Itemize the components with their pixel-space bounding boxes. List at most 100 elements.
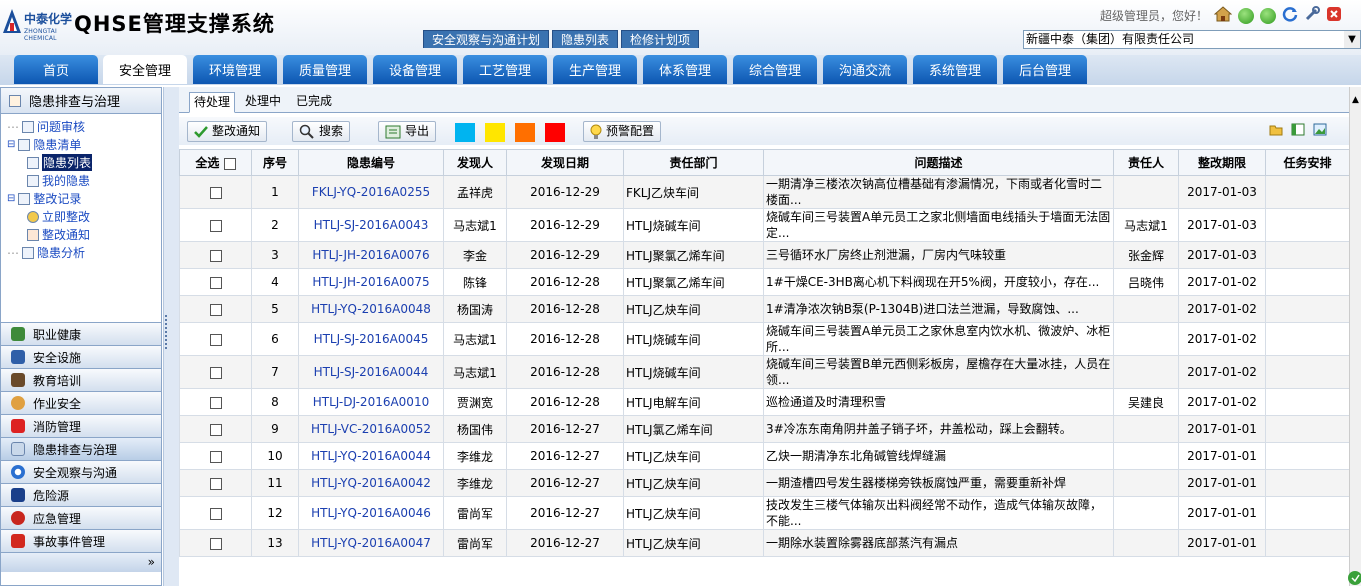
col-select-all[interactable]: 全选: [179, 149, 252, 176]
back-icon[interactable]: [1238, 7, 1255, 24]
row-checkbox-cell[interactable]: [179, 496, 252, 530]
row-hazard-code[interactable]: HTLJ-YQ-2016A0042: [298, 469, 444, 497]
row-hazard-code[interactable]: HTLJ-YQ-2016A0048: [298, 295, 444, 323]
tab-in-progress[interactable]: 处理中: [241, 92, 285, 113]
quick-tab-safety-observation[interactable]: 安全观察与沟通计划: [423, 30, 550, 48]
row-hazard-code[interactable]: HTLJ-DJ-2016A0010: [298, 388, 444, 416]
row-checkbox[interactable]: [209, 477, 222, 490]
color-filter-blue[interactable]: [455, 123, 475, 142]
table-row[interactable]: 12 HTLJ-YQ-2016A0046 雷尚军 2016-12-27 HTLJ乙炔车间…: [179, 496, 1350, 530]
home-icon[interactable]: [1213, 6, 1233, 25]
row-checkbox[interactable]: [209, 537, 222, 550]
nav-tab-production[interactable]: 生产管理: [553, 55, 637, 84]
tab-completed[interactable]: 已完成: [292, 92, 336, 113]
row-checkbox[interactable]: [209, 249, 222, 262]
tools-icon[interactable]: [1304, 6, 1321, 25]
table-row[interactable]: 5 HTLJ-YQ-2016A0048 杨国涛 2016-12-28 HTLJ乙炔车间 1…: [179, 295, 1350, 323]
module-hazard-management[interactable]: 隐患排查与治理: [1, 437, 161, 460]
row-hazard-code[interactable]: HTLJ-YQ-2016A0044: [298, 442, 444, 470]
nav-tab-system-admin[interactable]: 系统管理: [913, 55, 997, 84]
table-row[interactable]: 2 HTLJ-SJ-2016A0043 马志斌1 2016-12-29 HTLJ烧碱车间…: [179, 208, 1350, 242]
nav-tab-communication[interactable]: 沟通交流: [823, 55, 907, 84]
tree-item-rectify-records[interactable]: ⊟ 整改记录: [7, 190, 81, 207]
row-checkbox-cell[interactable]: [179, 415, 252, 443]
folder-icon[interactable]: [1269, 123, 1283, 136]
row-hazard-code[interactable]: HTLJ-JH-2016A0075: [298, 268, 444, 296]
window-icon[interactable]: [1291, 123, 1305, 136]
module-training[interactable]: 教育培训: [1, 368, 161, 391]
row-hazard-code[interactable]: HTLJ-JH-2016A0076: [298, 241, 444, 269]
row-hazard-code[interactable]: HTLJ-SJ-2016A0043: [298, 208, 444, 242]
table-row[interactable]: 7 HTLJ-SJ-2016A0044 马志斌1 2016-12-28 HTLJ烧碱车间…: [179, 355, 1350, 389]
table-row[interactable]: 13 HTLJ-YQ-2016A0047 雷尚军 2016-12-27 HTLJ乙炔车间…: [179, 529, 1350, 557]
row-checkbox[interactable]: [209, 366, 222, 379]
module-work-safety[interactable]: 作业安全: [1, 391, 161, 414]
forward-icon[interactable]: [1260, 7, 1277, 24]
color-filter-red[interactable]: [545, 123, 565, 142]
nav-tab-safety[interactable]: 安全管理: [103, 55, 187, 84]
module-occupational-health[interactable]: 职业健康: [1, 322, 161, 345]
company-select[interactable]: 新疆中泰（集团）有限责任公司 ▼: [1023, 30, 1361, 49]
row-checkbox-cell[interactable]: [179, 241, 252, 269]
tree-item-hazard-list[interactable]: 隐患列表: [27, 154, 93, 171]
tab-pending[interactable]: 待处理: [189, 92, 236, 113]
row-checkbox-cell[interactable]: [179, 208, 252, 242]
nav-tab-home[interactable]: 首页: [14, 55, 98, 84]
color-filter-orange[interactable]: [515, 123, 535, 142]
row-checkbox[interactable]: [209, 450, 222, 463]
row-hazard-code[interactable]: HTLJ-SJ-2016A0045: [298, 322, 444, 356]
row-hazard-code[interactable]: HTLJ-YQ-2016A0047: [298, 529, 444, 557]
row-checkbox-cell[interactable]: [179, 442, 252, 470]
row-hazard-code[interactable]: FKLJ-YQ-2016A0255: [298, 175, 444, 209]
vertical-scrollbar[interactable]: ▲: [1349, 87, 1361, 586]
nav-tab-environment[interactable]: 环境管理: [193, 55, 277, 84]
table-row[interactable]: 11 HTLJ-YQ-2016A0042 李维龙 2016-12-27 HTLJ乙炔车间…: [179, 469, 1350, 497]
panel-splitter[interactable]: [163, 87, 179, 586]
row-checkbox[interactable]: [209, 507, 222, 520]
table-row[interactable]: 3 HTLJ-JH-2016A0076 李金 2016-12-29 HTLJ聚氯乙烯车间…: [179, 241, 1350, 269]
image-icon[interactable]: [1313, 123, 1327, 136]
collapse-icon[interactable]: ⊟: [7, 193, 15, 204]
table-row[interactable]: 4 HTLJ-JH-2016A0075 陈锋 2016-12-28 HTLJ聚氯乙烯车间…: [179, 268, 1350, 296]
nav-tab-system-mgmt[interactable]: 体系管理: [643, 55, 727, 84]
row-checkbox-cell[interactable]: [179, 388, 252, 416]
module-safety-observation[interactable]: 安全观察与沟通: [1, 460, 161, 483]
table-row[interactable]: 10 HTLJ-YQ-2016A0044 李维龙 2016-12-27 HTLJ乙炔车间…: [179, 442, 1350, 470]
scroll-up-icon[interactable]: ▲: [1352, 95, 1359, 105]
close-icon[interactable]: [1326, 6, 1342, 25]
quick-tab-maintenance-plan[interactable]: 检修计划项: [621, 30, 700, 48]
row-hazard-code[interactable]: HTLJ-SJ-2016A0044: [298, 355, 444, 389]
table-row[interactable]: 8 HTLJ-DJ-2016A0010 贾渊宽 2016-12-28 HTLJ电解车间巡…: [179, 388, 1350, 416]
row-checkbox-cell[interactable]: [179, 268, 252, 296]
table-row[interactable]: 9 HTLJ-VC-2016A0052 杨国伟 2016-12-27 HTLJ氯乙烯车间…: [179, 415, 1350, 443]
nav-tab-quality[interactable]: 质量管理: [283, 55, 367, 84]
module-fire-management[interactable]: 消防管理: [1, 414, 161, 437]
nav-tab-backend[interactable]: 后台管理: [1003, 55, 1087, 84]
tree-item-hazard-inventory[interactable]: ⊟ 隐患清单: [7, 136, 81, 153]
row-checkbox-cell[interactable]: [179, 175, 252, 209]
row-checkbox-cell[interactable]: [179, 322, 252, 356]
row-checkbox[interactable]: [209, 186, 222, 199]
module-safety-facilities[interactable]: 安全设施: [1, 345, 161, 368]
nav-tab-general[interactable]: 综合管理: [733, 55, 817, 84]
select-all-checkbox[interactable]: [223, 157, 236, 170]
row-checkbox[interactable]: [209, 276, 222, 289]
row-checkbox-cell[interactable]: [179, 355, 252, 389]
row-checkbox[interactable]: [209, 219, 222, 232]
tree-item-hazard-analysis[interactable]: ⋯ 隐患分析: [7, 244, 85, 261]
module-emergency[interactable]: 应急管理: [1, 506, 161, 529]
refresh-icon[interactable]: [1282, 6, 1298, 25]
color-filter-yellow[interactable]: [485, 123, 505, 142]
module-hazard-source[interactable]: 危险源: [1, 483, 161, 506]
expand-icon[interactable]: »: [148, 555, 155, 569]
export-button[interactable]: 导出: [378, 121, 437, 142]
notify-button[interactable]: 整改通知: [187, 121, 268, 142]
row-checkbox[interactable]: [209, 396, 222, 409]
row-checkbox[interactable]: [209, 333, 222, 346]
quick-tab-hazard-list[interactable]: 隐患列表: [552, 30, 619, 48]
row-checkbox[interactable]: [209, 423, 222, 436]
tree-item-rectify-now[interactable]: 立即整改: [27, 208, 90, 225]
table-row[interactable]: 1 FKLJ-YQ-2016A0255 孟祥虎 2016-12-29 FKLJ乙炔车间一…: [179, 175, 1350, 209]
row-hazard-code[interactable]: HTLJ-YQ-2016A0046: [298, 496, 444, 530]
row-checkbox[interactable]: [209, 303, 222, 316]
